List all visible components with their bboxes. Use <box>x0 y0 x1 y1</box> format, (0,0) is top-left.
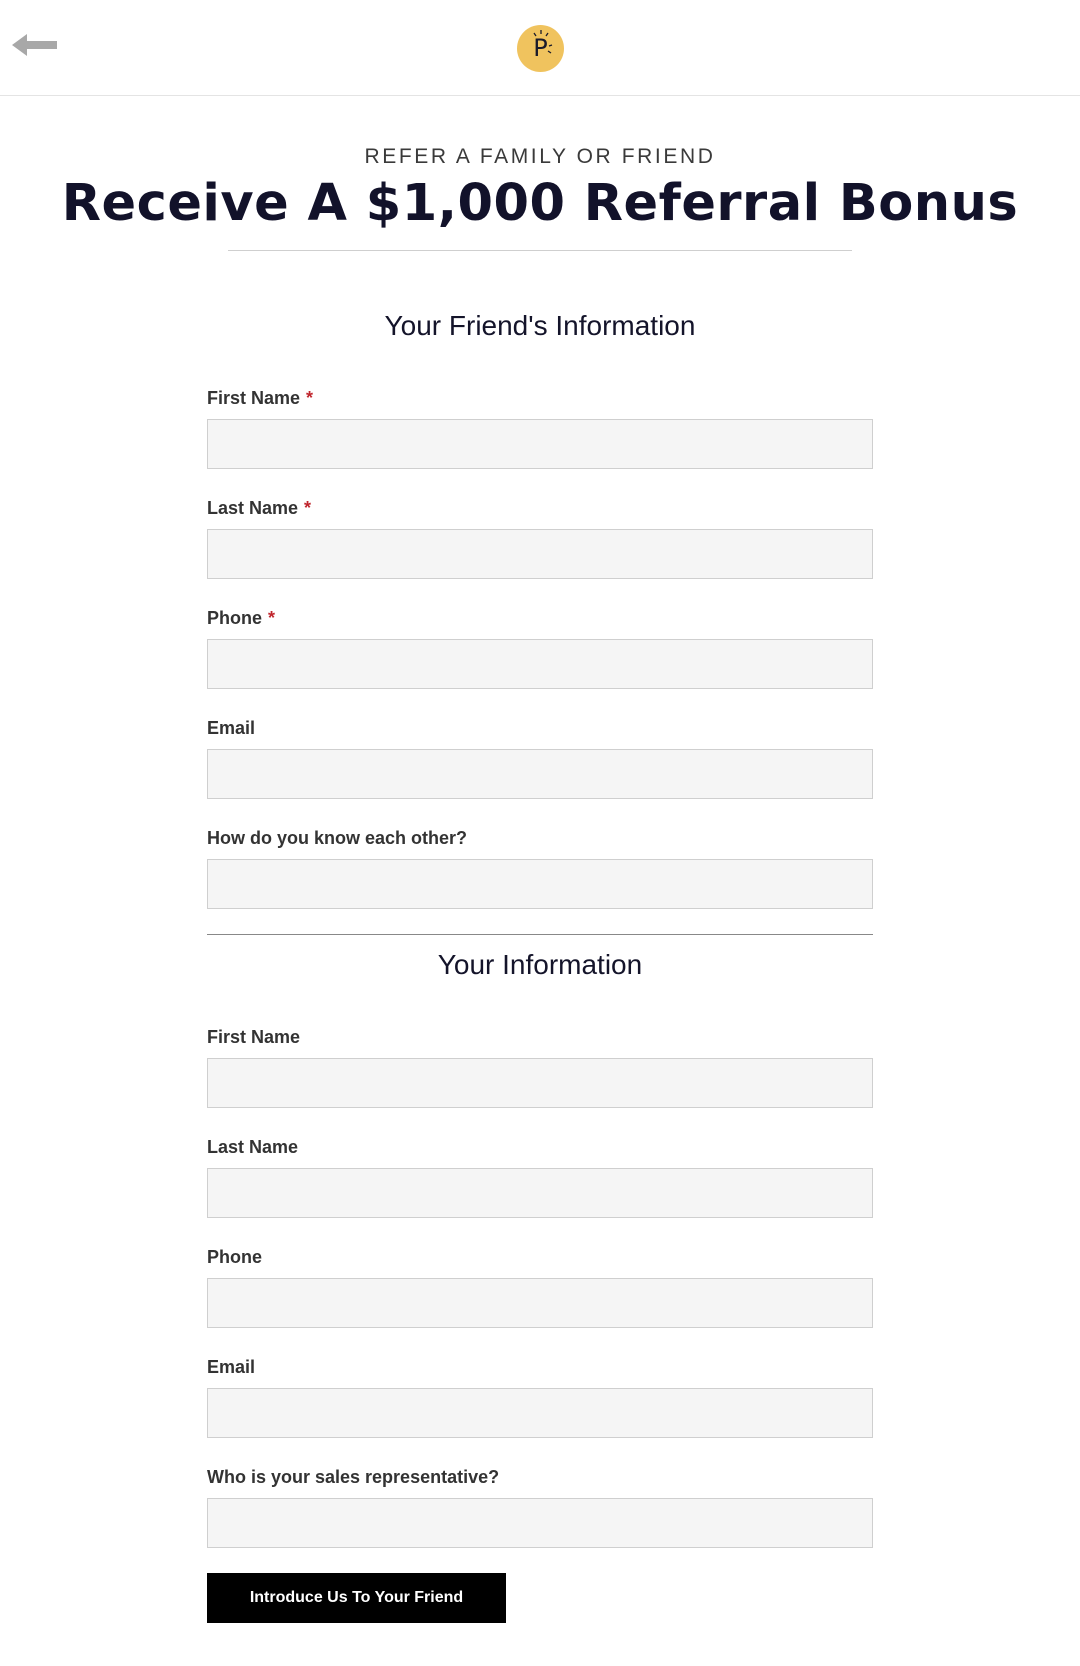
friend-first-name-label: First Name * <box>207 388 313 409</box>
back-button[interactable] <box>10 30 60 60</box>
your-phone-label: Phone <box>207 1247 263 1267</box>
friend-phone-input[interactable] <box>207 639 873 689</box>
introduce-friend-button[interactable]: Introduce Us To Your Friend <box>207 1573 506 1623</box>
required-asterisk: * <box>306 388 314 408</box>
eyebrow-text: REFER A FAMILY OR FRIEND <box>364 145 716 168</box>
friend-last-name-label: Last Name * <box>207 498 311 519</box>
friend-email-label: Email <box>207 718 256 738</box>
your-phone-input[interactable] <box>207 1278 873 1328</box>
sales-rep-label: Who is your sales representative? <box>207 1467 500 1487</box>
your-last-name-label: Last Name <box>207 1137 299 1157</box>
your-first-name-input[interactable] <box>207 1058 873 1108</box>
your-first-name-label: First Name <box>207 1027 301 1047</box>
section-divider <box>207 934 873 935</box>
relationship-label: How do you know each other? <box>207 828 468 848</box>
friend-phone-label: Phone * <box>207 608 275 629</box>
friend-phone-label-text: Phone <box>207 608 263 628</box>
your-last-name-input[interactable] <box>207 1168 873 1218</box>
required-asterisk: * <box>304 498 312 518</box>
headline-divider <box>228 250 852 251</box>
page-headline: Receive A $1,000 Referral Bonus <box>61 174 1019 233</box>
friend-first-name-label-text: First Name <box>207 388 301 408</box>
friend-first-name-input[interactable] <box>207 419 873 469</box>
friend-last-name-input[interactable] <box>207 529 873 579</box>
friend-last-name-label-text: Last Name <box>207 498 299 518</box>
sales-rep-input[interactable] <box>207 1498 873 1548</box>
logo-letter: P <box>533 34 548 62</box>
friend-section-title: Your Friend's Information <box>384 310 696 341</box>
your-section-title: Your Information <box>437 949 643 980</box>
relationship-input[interactable] <box>207 859 873 909</box>
friend-email-input[interactable] <box>207 749 873 799</box>
left-arrow-icon <box>12 34 57 56</box>
your-email-input[interactable] <box>207 1388 873 1438</box>
top-header: P <box>0 0 1080 96</box>
brand-logo[interactable]: P <box>517 25 564 72</box>
required-asterisk: * <box>268 608 276 628</box>
your-email-label: Email <box>207 1357 256 1377</box>
